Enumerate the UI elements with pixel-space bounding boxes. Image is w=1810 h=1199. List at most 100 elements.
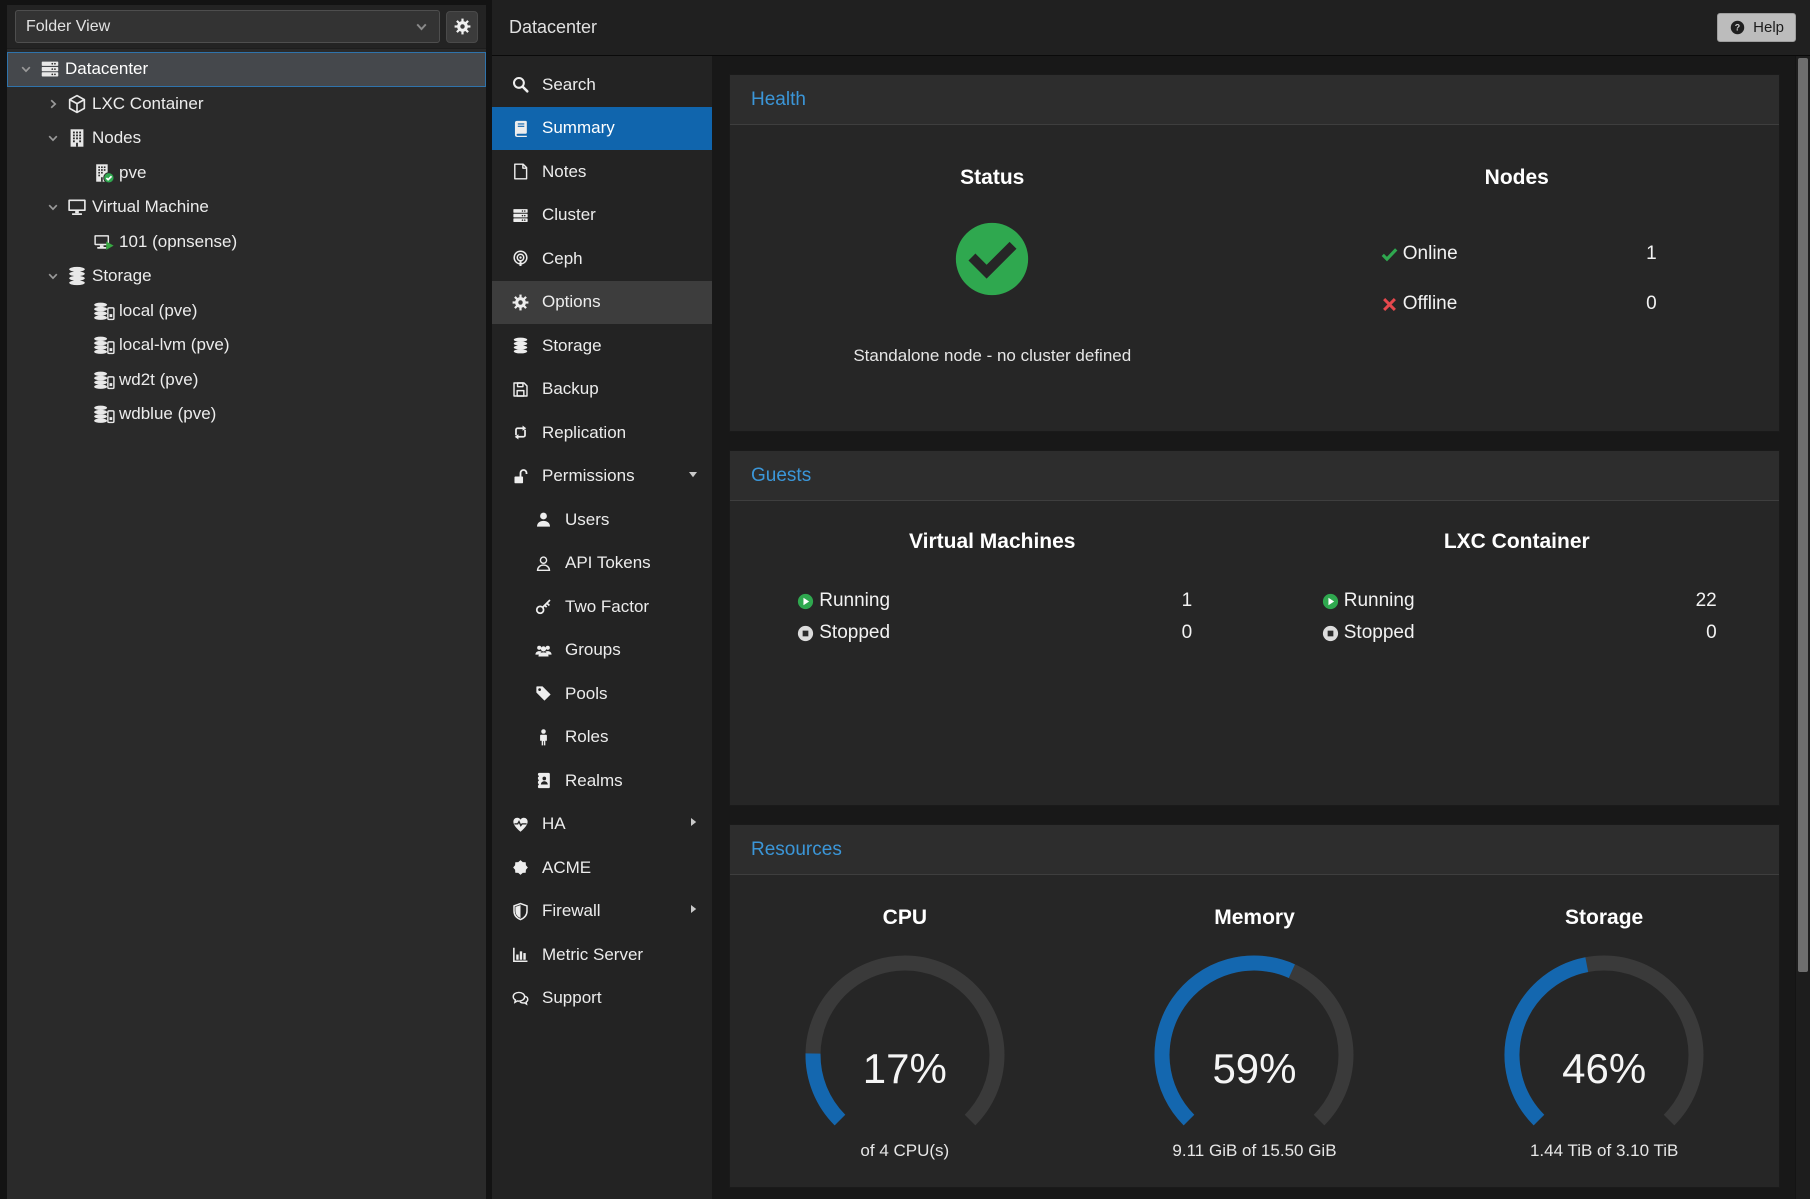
running-icon: [792, 592, 819, 611]
node-row-offline: Offline0: [1377, 279, 1657, 329]
menu-item-label: Pools: [565, 684, 608, 704]
menu-item-label: Metric Server: [542, 945, 643, 965]
node-row-online: Online1: [1377, 229, 1657, 279]
chevron-collapsed-icon[interactable]: [44, 97, 62, 111]
chevron-expanded-icon[interactable]: [17, 62, 35, 76]
health-nodes-column: Nodes Online1Offline0: [1255, 125, 1780, 431]
tree-item-101-opnsense[interactable]: 101 (opnsense): [7, 225, 486, 260]
tree-item-nodes[interactable]: Nodes: [7, 121, 486, 156]
guest-rows: Running1Stopped0: [792, 585, 1192, 649]
menu-item-metric-server[interactable]: Metric Server: [492, 933, 712, 977]
menu-item-backup[interactable]: Backup: [492, 368, 712, 412]
ceph-icon: [509, 249, 532, 268]
resource-tree: Datacenter LXC Container Nodespve Virtual M…: [7, 49, 486, 432]
tree-item-wd2t-pve[interactable]: wd2t (pve): [7, 363, 486, 398]
menu-item-firewall[interactable]: Firewall: [492, 890, 712, 934]
chevron-expanded-icon[interactable]: [44, 200, 62, 214]
stopped-icon: [1317, 624, 1344, 643]
guests-panel: Guests Virtual MachinesRunning1Stopped0L…: [729, 450, 1780, 806]
menu-item-cluster[interactable]: Cluster: [492, 194, 712, 238]
menu-item-label: Realms: [565, 771, 623, 791]
database-drive-icon: [89, 334, 119, 356]
caret-down-icon: [686, 466, 700, 486]
menu-item-realms[interactable]: Realms: [492, 759, 712, 803]
building-check-icon: [89, 162, 119, 184]
main-row: Search Summary Notes Cluster Ceph Options Stor…: [492, 56, 1810, 1199]
resources-panel-body: CPU17%of 4 CPU(s)Memory59%9.11 GiB of 15…: [730, 875, 1779, 1187]
guest-row-value: 0: [1182, 622, 1193, 644]
menu-item-pools[interactable]: Pools: [492, 672, 712, 716]
tree-item-pve[interactable]: pve: [7, 156, 486, 191]
guest-row-label: Running: [1344, 590, 1696, 612]
tree-item-local-lvm-pve[interactable]: local-lvm (pve): [7, 328, 486, 363]
resource-gauge-memory: Memory59%9.11 GiB of 15.50 GiB: [1080, 875, 1430, 1187]
tree-item-storage[interactable]: Storage: [7, 259, 486, 294]
view-mode-select[interactable]: Folder View: [15, 10, 440, 43]
retweet-icon: [509, 423, 532, 442]
menu-item-ceph[interactable]: Ceph: [492, 237, 712, 281]
gauge-sublabel: 1.44 TiB of 3.10 TiB: [1530, 1141, 1678, 1161]
menu-item-label: Summary: [542, 118, 615, 138]
menu-item-support[interactable]: Support: [492, 977, 712, 1021]
database-drive-icon: [89, 369, 119, 391]
menu-item-label: Replication: [542, 423, 626, 443]
menu-item-api-tokens[interactable]: API Tokens: [492, 542, 712, 586]
menu-item-search[interactable]: Search: [492, 63, 712, 107]
gauge: 46%: [1494, 947, 1714, 1137]
database-drive-icon: [89, 300, 119, 322]
tree-item-local-pve[interactable]: local (pve): [7, 294, 486, 329]
node-row-value: 1: [1646, 243, 1657, 265]
chevron-expanded-icon[interactable]: [44, 269, 62, 283]
tree-item-label: Virtual Machine: [92, 197, 209, 217]
content-header: Datacenter ? Help: [492, 0, 1810, 56]
gauge-title: Memory: [1214, 905, 1295, 931]
menu-item-label: HA: [542, 814, 566, 834]
chevron-expanded-icon[interactable]: [44, 131, 62, 145]
menu-item-replication[interactable]: Replication: [492, 411, 712, 455]
guest-rows: Running22Stopped0: [1317, 585, 1717, 649]
menu-item-two-factor[interactable]: Two Factor: [492, 585, 712, 629]
menu-item-label: Options: [542, 292, 601, 312]
check-icon: [1377, 245, 1403, 264]
resource-gauge-storage: Storage46%1.44 TiB of 3.10 TiB: [1429, 875, 1779, 1187]
menu-item-label: Permissions: [542, 466, 635, 486]
content-scrollbar[interactable]: [1795, 56, 1810, 1199]
tree-item-lxc-container[interactable]: LXC Container: [7, 87, 486, 122]
menu-item-label: Users: [565, 510, 609, 530]
user-icon: [532, 510, 555, 529]
tree-toolbar: Folder View: [7, 5, 486, 49]
menu-item-label: Notes: [542, 162, 586, 182]
gauge: 59%: [1144, 947, 1364, 1137]
menu-item-options[interactable]: Options: [492, 281, 712, 325]
menu-item-label: Cluster: [542, 205, 596, 225]
caret-right-icon: [686, 814, 700, 834]
server-icon: [35, 58, 65, 80]
node-row-label: Online: [1403, 243, 1646, 265]
help-button[interactable]: ? Help: [1717, 13, 1796, 42]
tree-item-wdblue-pve[interactable]: wdblue (pve): [7, 397, 486, 432]
gear-icon: [453, 17, 472, 36]
caret-right-icon: [686, 901, 700, 921]
scrollbar-thumb[interactable]: [1798, 58, 1808, 972]
tree-item-label: LXC Container: [92, 94, 204, 114]
menu-item-label: Groups: [565, 640, 621, 660]
monitor-play-icon: [89, 231, 119, 253]
tree-settings-button[interactable]: [446, 11, 478, 43]
guest-row-running: Running22: [1317, 585, 1717, 617]
menu-item-notes[interactable]: Notes: [492, 150, 712, 194]
menu-item-permissions[interactable]: Permissions: [492, 455, 712, 499]
tree-item-label: Datacenter: [65, 59, 148, 79]
node-row-value: 0: [1646, 293, 1657, 315]
tree-item-virtual-machine[interactable]: Virtual Machine: [7, 190, 486, 225]
tree-item-datacenter[interactable]: Datacenter: [7, 52, 486, 87]
menu-item-roles[interactable]: Roles: [492, 716, 712, 760]
tree-item-label: local-lvm (pve): [119, 335, 230, 355]
menu-item-summary[interactable]: Summary: [492, 107, 712, 151]
tree-item-label: wd2t (pve): [119, 370, 198, 390]
menu-item-storage[interactable]: Storage: [492, 324, 712, 368]
menu-item-ha[interactable]: HA: [492, 803, 712, 847]
gear-icon: [509, 293, 532, 312]
menu-item-groups[interactable]: Groups: [492, 629, 712, 673]
menu-item-users[interactable]: Users: [492, 498, 712, 542]
menu-item-acme[interactable]: ACME: [492, 846, 712, 890]
